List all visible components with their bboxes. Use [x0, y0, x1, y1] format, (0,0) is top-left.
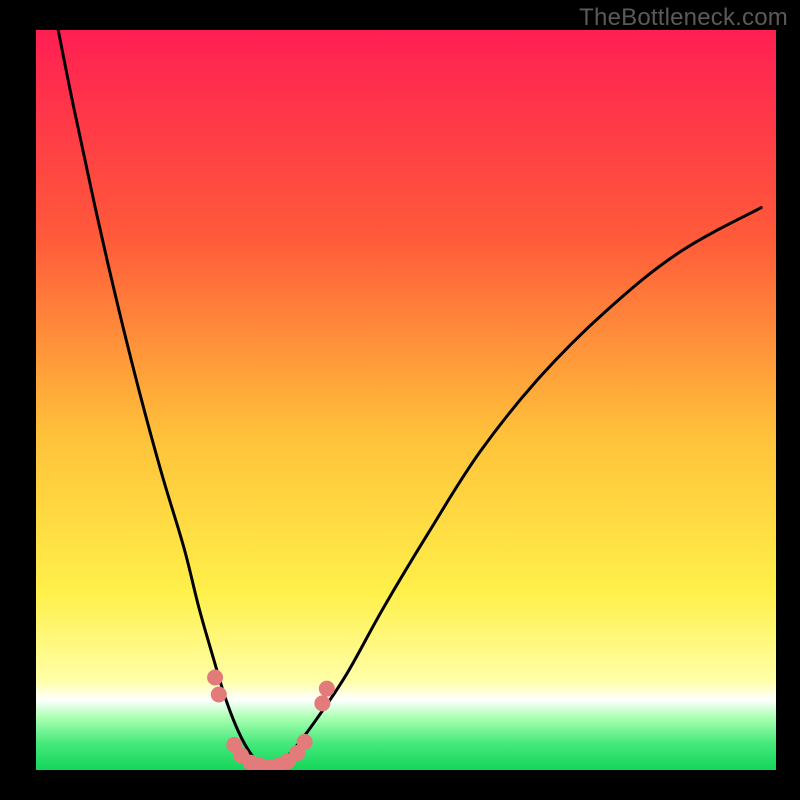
watermark-text: TheBottleneck.com [579, 4, 788, 32]
highlight-dot [314, 695, 330, 711]
chart-frame: TheBottleneck.com [0, 0, 800, 800]
bottleneck-chart [36, 30, 776, 770]
gradient-background [36, 30, 776, 770]
highlight-dot [207, 670, 223, 686]
highlight-dot [319, 681, 335, 697]
highlight-dot [211, 687, 227, 703]
highlight-dot [297, 734, 313, 750]
plot-area [36, 30, 776, 770]
